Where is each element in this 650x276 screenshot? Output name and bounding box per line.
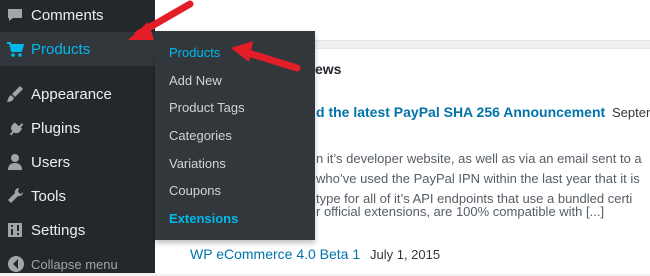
news-excerpt-line: who’ve used the PayPal IPN within the la… <box>316 171 640 186</box>
news-date: Septer <box>612 105 650 120</box>
plug-icon <box>5 118 25 138</box>
submenu-item-extensions[interactable]: Extensions <box>169 211 238 226</box>
sidebar-item-appearance[interactable]: Appearance <box>0 77 155 111</box>
annotation-arrow-submenu-products <box>231 41 301 72</box>
user-icon <box>5 152 25 172</box>
collapse-menu-button[interactable]: Collapse menu <box>0 252 155 276</box>
submenu-item-products[interactable]: Products <box>169 45 220 60</box>
collapse-icon <box>6 254 26 274</box>
sidebar-item-users[interactable]: Users <box>0 145 155 179</box>
sidebar-item-plugins[interactable]: Plugins <box>0 111 155 145</box>
annotation-arrow-products <box>128 0 194 40</box>
submenu-item-categories[interactable]: Categories <box>169 128 232 143</box>
sidebar-item-label: Products <box>31 40 91 58</box>
sidebar-item-label: Users <box>31 153 71 171</box>
news-excerpt-line: r official extensions, are 100% compatib… <box>316 204 605 219</box>
comments-icon <box>5 5 25 25</box>
sidebar-item-label: Settings <box>31 221 86 239</box>
settings-icon <box>5 220 25 240</box>
sidebar-item-tools[interactable]: Tools <box>0 179 155 213</box>
news-headline-link[interactable]: d the latest PayPal SHA 256 Announcement <box>316 104 605 120</box>
paintbrush-icon <box>5 84 25 104</box>
submenu-item-variations[interactable]: Variations <box>169 156 226 171</box>
submenu-item-product-tags[interactable]: Product Tags <box>169 100 245 115</box>
news-section-title: ews <box>315 61 342 77</box>
wrench-icon <box>5 186 25 206</box>
sidebar-item-label: Plugins <box>31 119 81 137</box>
sidebar-item-label: Comments <box>31 6 104 24</box>
submenu-item-coupons[interactable]: Coupons <box>169 183 221 198</box>
news-excerpt-line: n it’s developer website, as well as via… <box>316 151 642 166</box>
submenu-item-add-new[interactable]: Add New <box>169 73 222 88</box>
sidebar-item-settings[interactable]: Settings <box>0 213 155 247</box>
sidebar-item-label: Appearance <box>31 85 112 103</box>
news-headline-link[interactable]: WP eCommerce 4.0 Beta 1 <box>190 246 360 262</box>
news-date: July 1, 2015 <box>370 247 441 262</box>
collapse-menu-label: Collapse menu <box>31 256 118 272</box>
cart-icon <box>5 39 25 59</box>
sidebar-item-label: Tools <box>31 187 67 205</box>
